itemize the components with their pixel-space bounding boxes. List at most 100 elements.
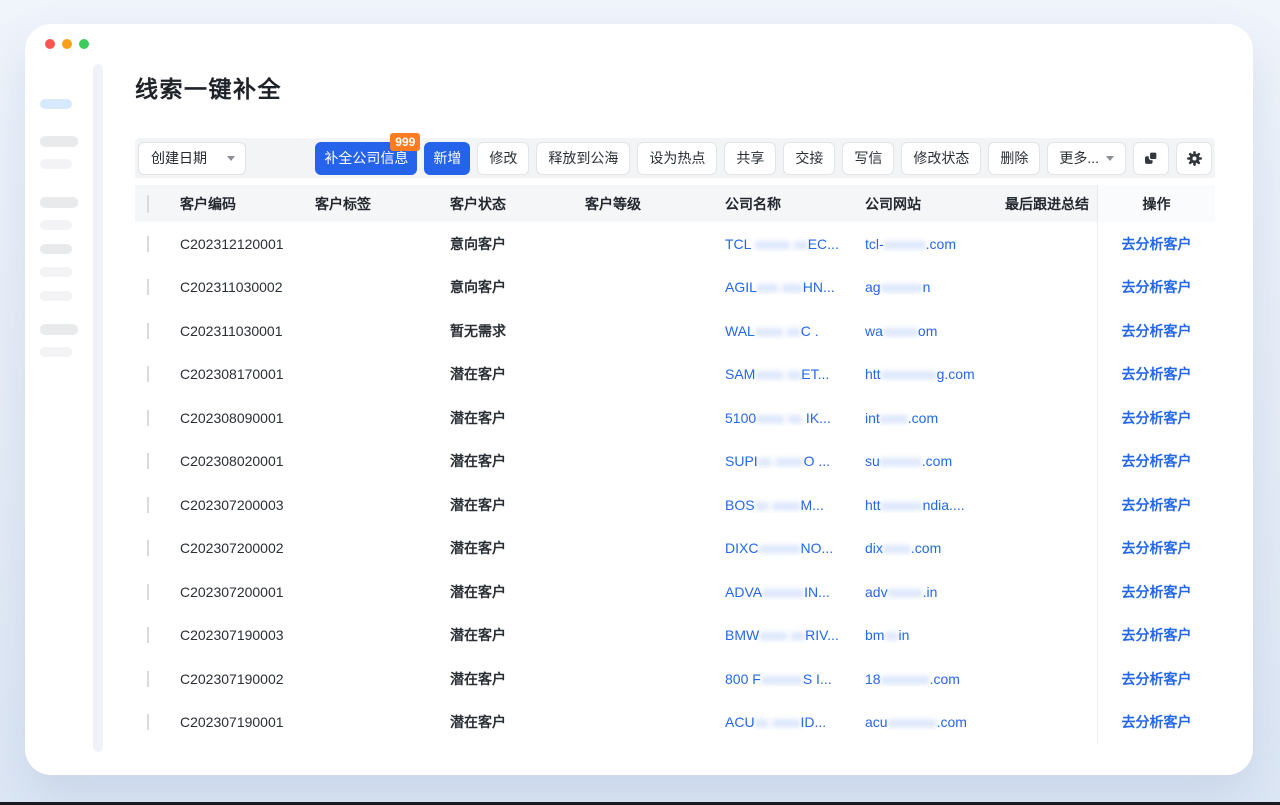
visible-text: g.com bbox=[937, 366, 975, 382]
sync-icon bbox=[1143, 150, 1159, 166]
row-checkbox[interactable] bbox=[147, 236, 149, 252]
row-checkbox[interactable] bbox=[147, 453, 149, 469]
visible-text: .com bbox=[926, 236, 956, 252]
delete-button[interactable]: 删除 bbox=[988, 142, 1040, 175]
analyze-customer-link[interactable]: 去分析客户 bbox=[1122, 625, 1192, 645]
row-checkbox[interactable] bbox=[147, 410, 149, 426]
row-checkbox[interactable] bbox=[147, 714, 149, 730]
visible-text: IN... bbox=[804, 584, 830, 600]
customer-code-cell: C202307190003 bbox=[180, 627, 315, 643]
company-name-cell[interactable]: SUPIxx xxxxO ... bbox=[725, 453, 865, 469]
select-all-checkbox[interactable] bbox=[147, 195, 149, 213]
row-checkbox[interactable] bbox=[147, 584, 149, 600]
analyze-customer-link[interactable]: 去分析客户 bbox=[1122, 364, 1192, 384]
table-row: C202307190003潜在客户BMWxxxx xxRIV...bmxxin去… bbox=[135, 614, 1215, 658]
analyze-customer-link[interactable]: 去分析客户 bbox=[1122, 712, 1192, 732]
row-checkbox[interactable] bbox=[147, 671, 149, 687]
company-name-cell[interactable]: WALxxxx xxC . bbox=[725, 323, 865, 339]
action-cell: 去分析客户 bbox=[1097, 483, 1215, 527]
company-name-cell[interactable]: AGILxxx xxxHN... bbox=[725, 279, 865, 295]
company-website-cell[interactable]: httxxxxxxndia.... bbox=[865, 497, 1005, 513]
company-website-cell[interactable]: waxxxxxom bbox=[865, 323, 1005, 339]
analyze-customer-link[interactable]: 去分析客户 bbox=[1122, 538, 1192, 558]
company-website-cell[interactable]: intxxxx.com bbox=[865, 410, 1005, 426]
redacted-text: xxxxx bbox=[883, 323, 918, 339]
analyze-customer-link[interactable]: 去分析客户 bbox=[1122, 582, 1192, 602]
add-button[interactable]: 新增 bbox=[424, 142, 470, 175]
column-header[interactable]: 客户等级 bbox=[585, 194, 725, 214]
row-checkbox[interactable] bbox=[147, 497, 149, 513]
visible-text: ID... bbox=[800, 714, 826, 730]
company-website-cell[interactable]: 18xxxxxxx.com bbox=[865, 671, 1005, 687]
close-window-icon[interactable] bbox=[45, 39, 55, 49]
visible-text: ADVA bbox=[725, 584, 762, 600]
set-hot-button[interactable]: 设为热点 bbox=[637, 142, 717, 175]
sync-button[interactable] bbox=[1133, 142, 1169, 175]
company-website-cell[interactable]: suxxxxxx.com bbox=[865, 453, 1005, 469]
company-name-cell[interactable]: BOSxx xxxxM... bbox=[725, 497, 865, 513]
table-row: C202311030002意向客户AGILxxx xxxHN...agxxxxx… bbox=[135, 266, 1215, 310]
analyze-customer-link[interactable]: 去分析客户 bbox=[1122, 451, 1192, 471]
redacted-text: xxxxx xx bbox=[755, 236, 808, 252]
company-website-cell[interactable]: agxxxxxxn bbox=[865, 279, 1005, 295]
company-name-cell[interactable]: BMWxxxx xxRIV... bbox=[725, 627, 865, 643]
customer-status-cell: 意向客户 bbox=[450, 234, 585, 254]
change-status-button[interactable]: 修改状态 bbox=[901, 142, 981, 175]
company-name-cell[interactable]: TCL xxxxx xxEC... bbox=[725, 236, 865, 252]
action-cell: 去分析客户 bbox=[1097, 527, 1215, 571]
column-header[interactable]: 客户编码 bbox=[180, 194, 315, 214]
minimize-window-icon[interactable] bbox=[62, 39, 72, 49]
action-cell: 去分析客户 bbox=[1097, 701, 1215, 745]
customer-code-cell: C202308090001 bbox=[180, 410, 315, 426]
company-name-cell[interactable]: ADVAxxxxxxIN... bbox=[725, 584, 865, 600]
company-website-cell[interactable]: httxxxxxxxxg.com bbox=[865, 366, 1005, 382]
settings-button[interactable] bbox=[1176, 142, 1212, 175]
company-name-cell[interactable]: 5100xxxx xx IK... bbox=[725, 410, 865, 426]
table-row: C202307200001潜在客户ADVAxxxxxxIN...advxxxxx… bbox=[135, 570, 1215, 614]
company-website-cell[interactable]: tcl-xxxxxx.com bbox=[865, 236, 1005, 252]
company-website-cell[interactable]: acuxxxxxxx.com bbox=[865, 714, 1005, 730]
company-website-cell[interactable]: dixxxxx.com bbox=[865, 540, 1005, 556]
sidebar-item-placeholder bbox=[40, 291, 72, 301]
maximize-window-icon[interactable] bbox=[79, 39, 89, 49]
action-cell: 去分析客户 bbox=[1097, 353, 1215, 397]
analyze-customer-link[interactable]: 去分析客户 bbox=[1122, 495, 1192, 515]
edit-button[interactable]: 修改 bbox=[477, 142, 529, 175]
share-button[interactable]: 共享 bbox=[724, 142, 776, 175]
column-header[interactable]: 客户状态 bbox=[450, 194, 585, 214]
more-button[interactable]: 更多... bbox=[1047, 142, 1126, 175]
row-checkbox[interactable] bbox=[147, 627, 149, 643]
company-name-cell[interactable]: 800 FxxxxxxS I... bbox=[725, 671, 865, 687]
company-name-cell[interactable]: ACUxx xxxxID... bbox=[725, 714, 865, 730]
date-filter-select[interactable]: 创建日期 bbox=[138, 142, 246, 175]
write-email-button[interactable]: 写信 bbox=[842, 142, 894, 175]
analyze-customer-link[interactable]: 去分析客户 bbox=[1122, 277, 1192, 297]
release-to-public-pool-button[interactable]: 释放到公海 bbox=[536, 142, 630, 175]
company-name-cell[interactable]: SAMxxxx xxET... bbox=[725, 366, 865, 382]
analyze-customer-link[interactable]: 去分析客户 bbox=[1122, 321, 1192, 341]
row-checkbox[interactable] bbox=[147, 279, 149, 295]
company-website-cell[interactable]: bmxxin bbox=[865, 627, 1005, 643]
complete-company-info-button[interactable]: 补全公司信息 999 bbox=[315, 142, 417, 175]
visible-text: .com bbox=[908, 410, 938, 426]
column-header[interactable]: 公司网站 bbox=[865, 194, 1005, 214]
visible-text: 18 bbox=[865, 671, 881, 687]
company-website-cell[interactable]: advxxxxx.in bbox=[865, 584, 1005, 600]
handover-button[interactable]: 交接 bbox=[783, 142, 835, 175]
column-header[interactable]: 公司名称 bbox=[725, 194, 865, 214]
redacted-text: xx xxxx bbox=[758, 453, 804, 469]
visible-text: DIXC bbox=[725, 540, 758, 556]
row-checkbox[interactable] bbox=[147, 366, 149, 382]
row-checkbox[interactable] bbox=[147, 540, 149, 556]
caret-down-icon bbox=[1106, 156, 1114, 161]
analyze-customer-link[interactable]: 去分析客户 bbox=[1122, 408, 1192, 428]
redacted-text: xxxx bbox=[883, 540, 911, 556]
analyze-customer-link[interactable]: 去分析客户 bbox=[1122, 234, 1192, 254]
company-name-cell[interactable]: DIXCxxxxxxNO... bbox=[725, 540, 865, 556]
column-header[interactable]: 客户标签 bbox=[315, 194, 450, 214]
row-checkbox[interactable] bbox=[147, 323, 149, 339]
visible-text: AGIL bbox=[725, 279, 757, 295]
visible-text: wa bbox=[865, 323, 883, 339]
analyze-customer-link[interactable]: 去分析客户 bbox=[1122, 669, 1192, 689]
column-header[interactable]: 最后跟进总结 bbox=[1005, 194, 1097, 214]
